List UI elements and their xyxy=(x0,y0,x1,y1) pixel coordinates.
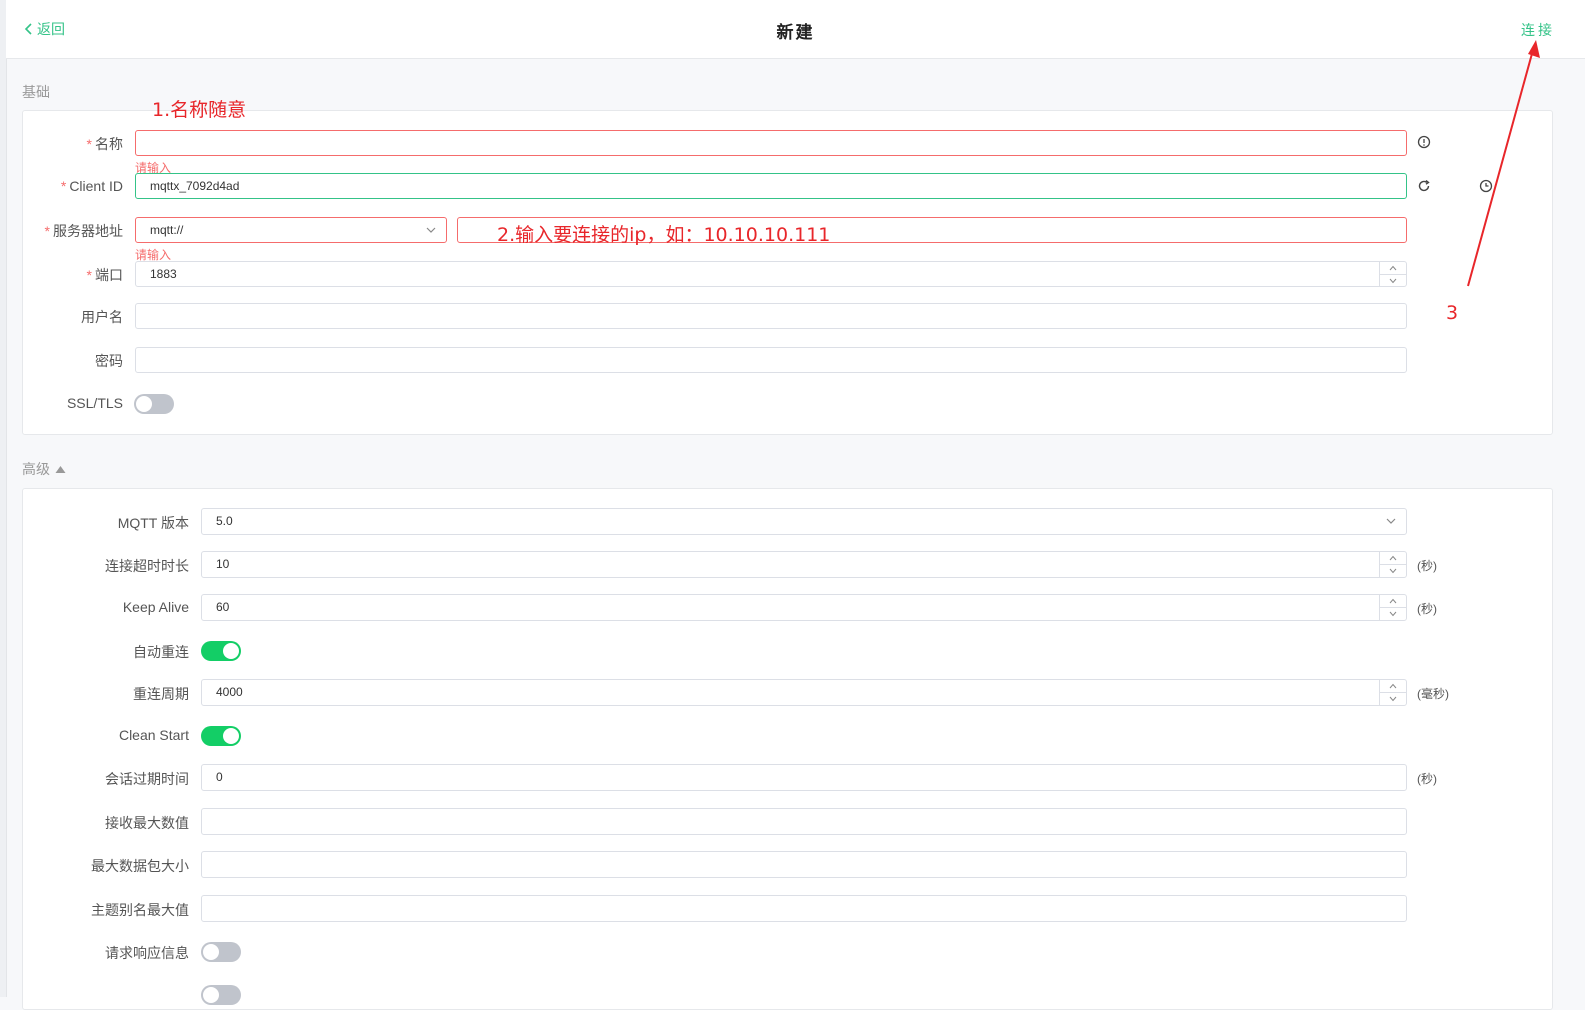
chevron-up-icon xyxy=(1389,555,1397,561)
port-label: * 端口 xyxy=(86,267,123,283)
mqtt-version-label: MQTT 版本 xyxy=(117,515,189,531)
chevron-down-icon xyxy=(1389,568,1397,574)
increase-button[interactable] xyxy=(1380,262,1406,275)
client-id-input[interactable]: mqttx_7092d4ad xyxy=(135,173,1407,199)
auto-reconnect-toggle[interactable] xyxy=(201,641,241,661)
increase-button[interactable] xyxy=(1380,680,1406,693)
chevron-up-icon xyxy=(1389,683,1397,689)
decrease-button[interactable] xyxy=(1380,693,1406,705)
username-input[interactable] xyxy=(135,303,1407,329)
section-title-basic: 基础 xyxy=(22,84,50,100)
ssl-label: SSL/TLS xyxy=(66,395,123,411)
topic-alias-maximum-input[interactable] xyxy=(201,895,1407,922)
connect-timeout-label: 连接超时时长 xyxy=(105,558,189,574)
page-title: 新建 xyxy=(776,23,815,42)
next-toggle-partial[interactable] xyxy=(201,985,241,1005)
receive-maximum-label: 接收最大数值 xyxy=(105,815,189,831)
reconnect-period-input[interactable]: 4000 xyxy=(201,679,1407,706)
annotation-step3: 3 xyxy=(1446,302,1459,324)
keep-alive-input[interactable]: 60 xyxy=(201,594,1407,621)
reconnect-period-value: 4000 xyxy=(216,685,243,699)
toggle-knob xyxy=(223,643,239,659)
decrease-button[interactable] xyxy=(1380,608,1406,620)
connect-timeout-value: 10 xyxy=(216,557,230,571)
clean-start-label: Clean Start xyxy=(118,727,189,743)
toggle-knob xyxy=(203,987,219,1003)
decrease-button[interactable] xyxy=(1380,275,1406,287)
keep-alive-value: 60 xyxy=(216,600,230,614)
annotation-step2: 2.输入要连接的ip，如：10.10.10.111 xyxy=(497,224,831,246)
window-left-edge xyxy=(0,0,7,997)
topic-alias-maximum-label: 主题别名最大值 xyxy=(91,902,189,918)
clean-start-toggle[interactable] xyxy=(201,726,241,746)
reconnect-period-unit: (毫秒) xyxy=(1417,687,1449,701)
chevron-down-icon xyxy=(1386,518,1396,524)
port-stepper[interactable] xyxy=(1379,262,1406,286)
chevron-down-icon xyxy=(1389,278,1397,284)
name-label: * 名称 xyxy=(86,136,123,152)
keep-alive-label: Keep Alive xyxy=(122,599,189,615)
protocol-value: mqtt:// xyxy=(150,223,184,237)
increase-button[interactable] xyxy=(1380,595,1406,608)
connect-timeout-unit: (秒) xyxy=(1417,559,1437,573)
caret-up-icon xyxy=(55,466,66,473)
ssl-toggle[interactable] xyxy=(134,394,174,414)
client-id-label: * Client ID xyxy=(60,178,123,194)
chevron-down-icon xyxy=(1389,696,1397,702)
receive-maximum-input[interactable] xyxy=(201,808,1407,835)
toggle-knob xyxy=(203,944,219,960)
reconnect-period-stepper[interactable] xyxy=(1379,680,1406,705)
password-label: 密码 xyxy=(95,353,123,369)
chevron-up-icon xyxy=(1389,598,1397,604)
decrease-button[interactable] xyxy=(1380,565,1406,577)
mqtt-version-select[interactable]: 5.0 xyxy=(201,508,1407,535)
header-bar: 返回 新建 连接 xyxy=(6,0,1585,59)
session-expiry-label: 会话过期时间 xyxy=(105,771,189,787)
max-packet-size-input[interactable] xyxy=(201,851,1407,878)
request-response-info-toggle[interactable] xyxy=(201,942,241,962)
max-packet-size-label: 最大数据包大小 xyxy=(91,858,189,874)
keep-alive-stepper[interactable] xyxy=(1379,595,1406,620)
refresh-icon[interactable] xyxy=(1417,179,1431,193)
reconnect-period-label: 重连周期 xyxy=(133,686,189,702)
increase-button[interactable] xyxy=(1380,552,1406,565)
mqtt-version-value: 5.0 xyxy=(216,514,233,528)
session-expiry-unit: (秒) xyxy=(1417,772,1437,786)
keep-alive-unit: (秒) xyxy=(1417,602,1437,616)
chevron-down-icon xyxy=(426,227,436,233)
name-input[interactable] xyxy=(135,130,1407,156)
annotation-step1: 1.名称随意 xyxy=(152,99,247,121)
protocol-select[interactable]: mqtt:// xyxy=(135,217,447,243)
toggle-knob xyxy=(136,396,152,412)
session-expiry-input[interactable]: 0 xyxy=(201,764,1407,791)
info-icon[interactable] xyxy=(1417,135,1431,149)
section-title-advanced[interactable]: 高级 xyxy=(22,459,66,479)
port-value: 1883 xyxy=(150,267,177,281)
password-input[interactable] xyxy=(135,347,1407,373)
username-label: 用户名 xyxy=(81,309,123,325)
request-response-info-label: 请求响应信息 xyxy=(105,945,189,961)
auto-reconnect-label: 自动重连 xyxy=(133,644,189,660)
server-label: * 服务器地址 xyxy=(44,223,123,239)
toggle-knob xyxy=(223,728,239,744)
chevron-down-icon xyxy=(1389,611,1397,617)
connect-timeout-input[interactable]: 10 xyxy=(201,551,1407,578)
port-input[interactable]: 1883 xyxy=(135,261,1407,287)
chevron-up-icon xyxy=(1389,265,1397,271)
connect-timeout-stepper[interactable] xyxy=(1379,552,1406,577)
annotation-arrow xyxy=(1467,40,1540,287)
